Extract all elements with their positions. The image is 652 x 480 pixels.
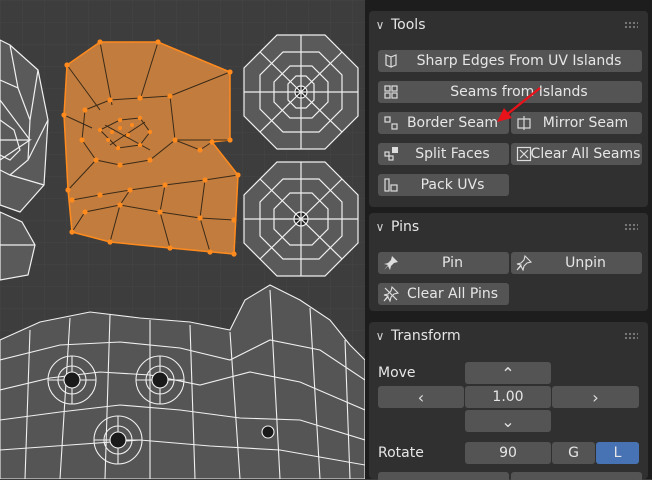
uv-island-octagon-middle[interactable]: [243, 161, 359, 277]
sidebar: ∨ Tools Sharp Edges From UV Islands Seam…: [365, 0, 652, 480]
annotation-arrow: [497, 87, 541, 122]
uv-mesh-canvas[interactable]: [0, 0, 365, 479]
uv-editor-viewport[interactable]: [0, 0, 365, 479]
uv-island-octagon-top[interactable]: [243, 34, 359, 150]
uv-island-selected[interactable]: [61, 39, 241, 257]
